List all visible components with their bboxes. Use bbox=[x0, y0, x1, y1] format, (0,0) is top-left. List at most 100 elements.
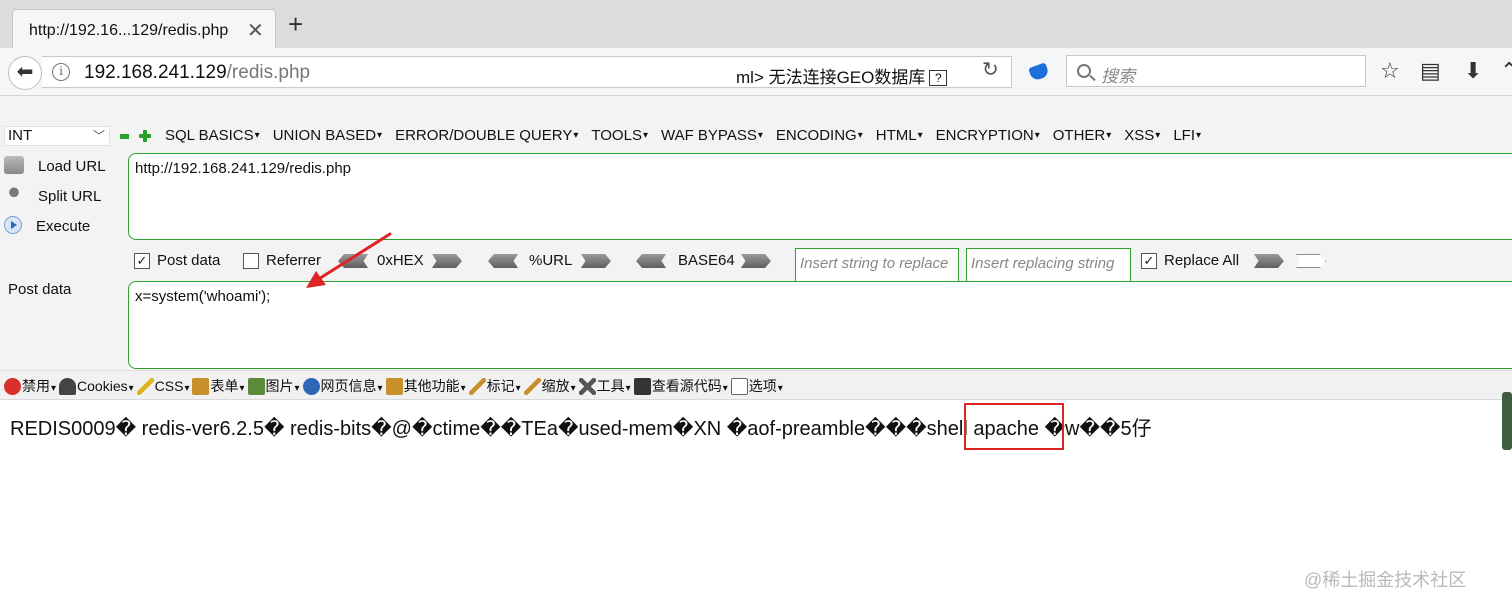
post-data-label: Post data bbox=[8, 281, 72, 298]
toolbar-disable-label: 禁用 bbox=[22, 376, 56, 396]
address-bar[interactable]: i 192.168.241.129/redis.php ml> 无法连接GEO数… bbox=[42, 56, 1012, 88]
menu-html[interactable]: HTML bbox=[876, 127, 923, 144]
menu-lfi[interactable]: LFI bbox=[1173, 127, 1201, 144]
search-icon bbox=[1077, 64, 1091, 78]
hackbar-menu: SQL BASICS UNION BASED ERROR/DOUBLE QUER… bbox=[165, 127, 1214, 144]
tab-close-icon[interactable]: ✕ bbox=[247, 18, 264, 43]
toolbar-forms[interactable]: 表单 bbox=[192, 376, 244, 396]
plus-icon[interactable] bbox=[138, 129, 152, 143]
base64-decode-arrow-icon[interactable] bbox=[636, 254, 666, 268]
execute-button[interactable]: Execute bbox=[4, 216, 90, 242]
reading-list-icon[interactable]: ▤ bbox=[1420, 60, 1441, 82]
menu-union-based[interactable]: UNION BASED bbox=[273, 127, 382, 144]
url-decode-arrow-icon[interactable] bbox=[488, 254, 518, 268]
search-bar[interactable]: 搜索 bbox=[1066, 55, 1366, 87]
url-host: 192.168.241.129 bbox=[84, 62, 227, 83]
toolbar-view-source[interactable]: 查看源代码 bbox=[633, 376, 728, 396]
toolbar-options-label: 选项 bbox=[749, 376, 783, 396]
extension-icon[interactable] bbox=[1028, 62, 1050, 82]
url-textarea[interactable]: http://192.168.241.129/redis.php bbox=[128, 153, 1512, 240]
post-data-textarea[interactable]: x=system('whoami'); bbox=[128, 281, 1512, 369]
replace-all-checkbox[interactable]: ✓ bbox=[1141, 253, 1157, 269]
resize-icon bbox=[523, 377, 541, 395]
toolbar-images[interactable]: 图片 bbox=[247, 376, 300, 396]
url-encode-label: %URL bbox=[529, 252, 573, 269]
download-icon[interactable]: ⬇ bbox=[1464, 60, 1482, 82]
more-icon[interactable]: ⌃ bbox=[1500, 60, 1512, 82]
search-placeholder: 搜索 bbox=[1101, 67, 1135, 86]
replace-from-input[interactable]: Insert string to replace bbox=[795, 248, 959, 282]
toolbar-css[interactable]: CSS bbox=[136, 376, 190, 396]
toolbar-resize[interactable]: 缩放 bbox=[523, 376, 576, 396]
tab-strip: http://192.16...129/redis.php ✕ + bbox=[0, 0, 1512, 49]
annotation-arrow-icon bbox=[306, 232, 392, 288]
toolbar-disable[interactable]: 禁用 bbox=[4, 376, 56, 396]
options-icon bbox=[730, 377, 748, 395]
toolbar-tools-label: 工具 bbox=[597, 376, 631, 396]
reload-icon[interactable]: ↻ bbox=[982, 57, 999, 82]
bookmark-star-icon[interactable]: ☆ bbox=[1380, 60, 1400, 82]
minus-icon[interactable] bbox=[120, 134, 129, 139]
replace-left-arrow-icon[interactable] bbox=[1254, 254, 1284, 268]
replace-all-label: Replace All bbox=[1164, 252, 1240, 269]
toolbar-forms-label: 表单 bbox=[210, 376, 244, 396]
toolbar-page-info[interactable]: 网页信息 bbox=[302, 376, 383, 396]
replace-to-input[interactable]: Insert replacing string bbox=[966, 248, 1131, 282]
hackbar-panel: INT ﹀ SQL BASICS UNION BASED ERROR/DOUBL… bbox=[0, 96, 1512, 370]
images-icon bbox=[247, 377, 265, 395]
menu-error-double-query[interactable]: ERROR/DOUBLE QUERY bbox=[395, 127, 578, 144]
toolbar-page-info-label: 网页信息 bbox=[321, 376, 383, 396]
tools-icon bbox=[578, 377, 596, 395]
site-info-icon[interactable]: i bbox=[52, 63, 70, 81]
outline-icon bbox=[468, 377, 486, 395]
options-row: ✓ Post data Referrer 0xHEX %URL BASE64 I… bbox=[0, 246, 1512, 282]
menu-waf-bypass[interactable]: WAF BYPASS bbox=[661, 127, 763, 144]
url-path: /redis.php bbox=[226, 62, 311, 83]
load-url-button[interactable]: Load URL bbox=[4, 156, 106, 182]
navigation-bar: ⬅ i 192.168.241.129/redis.php ml> 无法连接GE… bbox=[0, 48, 1512, 96]
new-tab-icon[interactable]: + bbox=[288, 11, 303, 37]
url-text: 192.168.241.129/redis.php bbox=[84, 62, 310, 84]
geo-tooltip-text: ml> 无法连接GEO数据库 bbox=[736, 68, 926, 87]
forms-icon bbox=[192, 377, 210, 395]
toolbar-outline[interactable]: 标记 bbox=[468, 376, 521, 396]
post-data-checkbox[interactable]: ✓ bbox=[134, 253, 150, 269]
load-url-icon bbox=[4, 156, 24, 174]
base64-encode-arrow-icon[interactable] bbox=[741, 254, 771, 268]
hex-encode-arrow-icon[interactable] bbox=[432, 254, 462, 268]
toolbar-tools[interactable]: 工具 bbox=[578, 376, 631, 396]
split-url-button[interactable]: Split URL bbox=[4, 186, 101, 212]
menu-xss[interactable]: XSS bbox=[1124, 127, 1160, 144]
toolbar-outline-label: 标记 bbox=[487, 376, 521, 396]
menu-encoding[interactable]: ENCODING bbox=[776, 127, 863, 144]
help-icon[interactable]: ? bbox=[929, 70, 948, 86]
toolbar-images-label: 图片 bbox=[266, 376, 300, 396]
back-button[interactable]: ⬅ bbox=[8, 56, 42, 90]
menu-encryption[interactable]: ENCRYPTION bbox=[936, 127, 1040, 144]
type-select[interactable]: INT ﹀ bbox=[4, 126, 110, 146]
execute-icon bbox=[4, 216, 22, 234]
tab-title: http://192.16...129/redis.php bbox=[29, 22, 229, 39]
menu-other[interactable]: OTHER bbox=[1053, 127, 1112, 144]
css-icon bbox=[136, 377, 154, 395]
scrollbar-thumb[interactable] bbox=[1502, 392, 1512, 450]
toolbar-options[interactable]: 选项 bbox=[730, 376, 783, 396]
cookies-icon bbox=[59, 377, 77, 395]
url-encode-arrow-icon[interactable] bbox=[581, 254, 611, 268]
execute-label: Execute bbox=[36, 218, 91, 235]
post-data-checkbox-label: Post data bbox=[157, 252, 221, 269]
split-url-icon bbox=[4, 186, 24, 204]
menu-sql-basics[interactable]: SQL BASICS bbox=[165, 127, 260, 144]
base64-label: BASE64 bbox=[678, 252, 735, 269]
replace-right-arrow-icon[interactable] bbox=[1296, 254, 1326, 268]
type-select-value: INT bbox=[8, 127, 33, 144]
geo-tooltip: ml> 无法连接GEO数据库? bbox=[736, 63, 948, 88]
menu-tools[interactable]: TOOLS bbox=[591, 127, 648, 144]
toolbar-resize-label: 缩放 bbox=[542, 376, 576, 396]
referrer-checkbox[interactable] bbox=[243, 253, 259, 269]
browser-tab[interactable]: http://192.16...129/redis.php ✕ bbox=[12, 9, 276, 49]
toolbar-misc[interactable]: 其他功能 bbox=[385, 376, 466, 396]
view-source-icon bbox=[633, 377, 651, 395]
toolbar-cookies[interactable]: Cookies bbox=[59, 376, 134, 396]
annotation-highlight-box bbox=[964, 403, 1064, 450]
